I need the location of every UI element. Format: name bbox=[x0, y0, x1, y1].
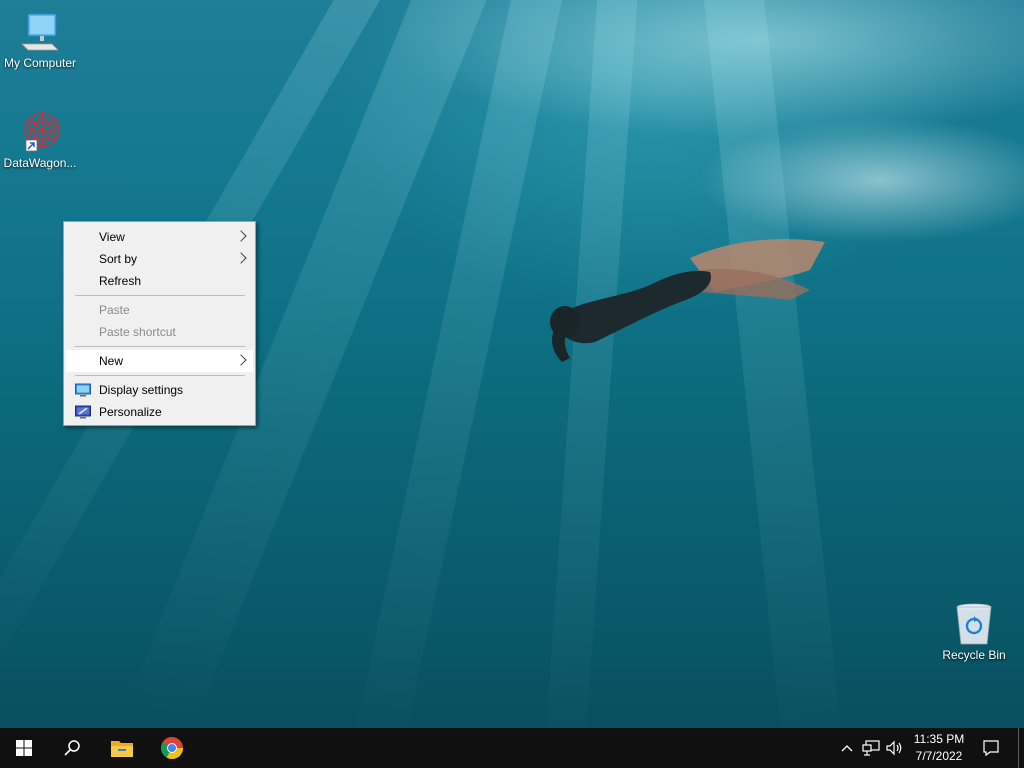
menu-item-sort-by[interactable]: Sort by bbox=[66, 248, 253, 270]
action-center-button[interactable] bbox=[980, 738, 1002, 758]
desktop-icon-label: Recycle Bin bbox=[942, 648, 1006, 662]
chevron-right-icon bbox=[235, 230, 247, 242]
search-icon bbox=[64, 740, 80, 756]
menu-item-display-settings[interactable]: Display settings bbox=[66, 379, 253, 401]
show-hidden-icons-button[interactable] bbox=[836, 738, 858, 758]
menu-separator bbox=[75, 346, 245, 347]
desktop-icon-label: My Computer bbox=[3, 56, 77, 70]
chrome-icon bbox=[161, 737, 183, 759]
menu-separator bbox=[75, 375, 245, 376]
file-explorer-icon bbox=[111, 741, 133, 757]
show-desktop-button[interactable] bbox=[1018, 728, 1019, 768]
datawagon-icon bbox=[24, 111, 60, 152]
chrome-button[interactable] bbox=[148, 728, 196, 768]
menu-item-label: Sort by bbox=[99, 252, 138, 266]
search-button[interactable] bbox=[48, 728, 96, 768]
menu-item-label: Paste bbox=[99, 303, 130, 317]
display-settings-icon bbox=[75, 383, 91, 397]
menu-item-paste: Paste bbox=[66, 299, 253, 321]
recycle-bin-icon bbox=[956, 603, 992, 645]
desktop-wallpaper[interactable]: My Computer DataWagon... Recycle Bin Vie… bbox=[0, 0, 1024, 728]
volume-button[interactable] bbox=[884, 738, 906, 758]
menu-item-personalize[interactable]: Personalize bbox=[66, 401, 253, 423]
menu-item-label: Refresh bbox=[99, 274, 142, 288]
start-button[interactable] bbox=[0, 728, 48, 768]
menu-item-new[interactable]: New bbox=[66, 350, 253, 372]
personalize-icon bbox=[75, 405, 91, 419]
menu-item-label: Display settings bbox=[99, 383, 184, 397]
diver-image bbox=[550, 238, 825, 362]
windows-start-icon bbox=[16, 740, 32, 756]
desktop-icon-label: DataWagon... bbox=[3, 156, 77, 170]
desktop-context-menu: View Sort by Refresh Paste Paste shortcu… bbox=[63, 221, 256, 426]
desktop-icon-recycle-bin[interactable]: Recycle Bin bbox=[934, 602, 1014, 662]
chevron-right-icon bbox=[235, 354, 247, 366]
notification-icon bbox=[983, 740, 999, 757]
menu-item-label: Paste shortcut bbox=[99, 325, 176, 339]
volume-icon bbox=[886, 740, 902, 756]
network-button[interactable] bbox=[860, 738, 882, 758]
desktop-icon-datawagon[interactable]: DataWagon... bbox=[0, 108, 80, 170]
menu-separator bbox=[75, 295, 245, 296]
taskbar-clock[interactable]: 11:35 PM 7/7/2022 bbox=[904, 731, 974, 765]
desktop-icon-my-computer[interactable]: My Computer bbox=[0, 10, 80, 70]
clock-time: 11:35 PM bbox=[913, 732, 965, 746]
taskbar: 11:35 PM 7/7/2022 bbox=[0, 728, 1024, 768]
computer-icon bbox=[21, 13, 59, 51]
network-icon bbox=[862, 740, 880, 756]
menu-item-label: New bbox=[99, 354, 124, 368]
menu-item-label: Personalize bbox=[99, 405, 162, 419]
menu-item-paste-shortcut: Paste shortcut bbox=[66, 321, 253, 343]
clock-date: 7/7/2022 bbox=[915, 749, 963, 763]
menu-item-label: View bbox=[99, 230, 125, 244]
chevron-up-icon bbox=[841, 745, 853, 752]
menu-item-view[interactable]: View bbox=[66, 226, 253, 248]
file-explorer-button[interactable] bbox=[98, 728, 146, 768]
chevron-right-icon bbox=[235, 252, 247, 264]
menu-item-refresh[interactable]: Refresh bbox=[66, 270, 253, 292]
